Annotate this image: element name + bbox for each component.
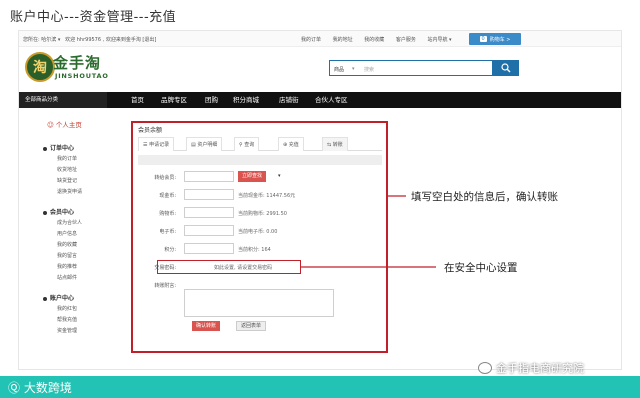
- annotation-security-hint: 在安全中心设置: [444, 262, 518, 274]
- wechat-icon: [478, 362, 492, 374]
- annotation-fill-hint: 填写空白处的信息后，确认转账: [411, 191, 558, 203]
- brand-logo-icon: Ⓠ: [8, 381, 21, 395]
- footer-brand: Ⓠ 大数跨境: [8, 379, 72, 396]
- watermark-text: 金手指电商研究院: [496, 362, 584, 375]
- footer-brand-text: 大数跨境: [23, 381, 72, 395]
- footer-bar: Ⓠ 大数跨境: [0, 376, 640, 398]
